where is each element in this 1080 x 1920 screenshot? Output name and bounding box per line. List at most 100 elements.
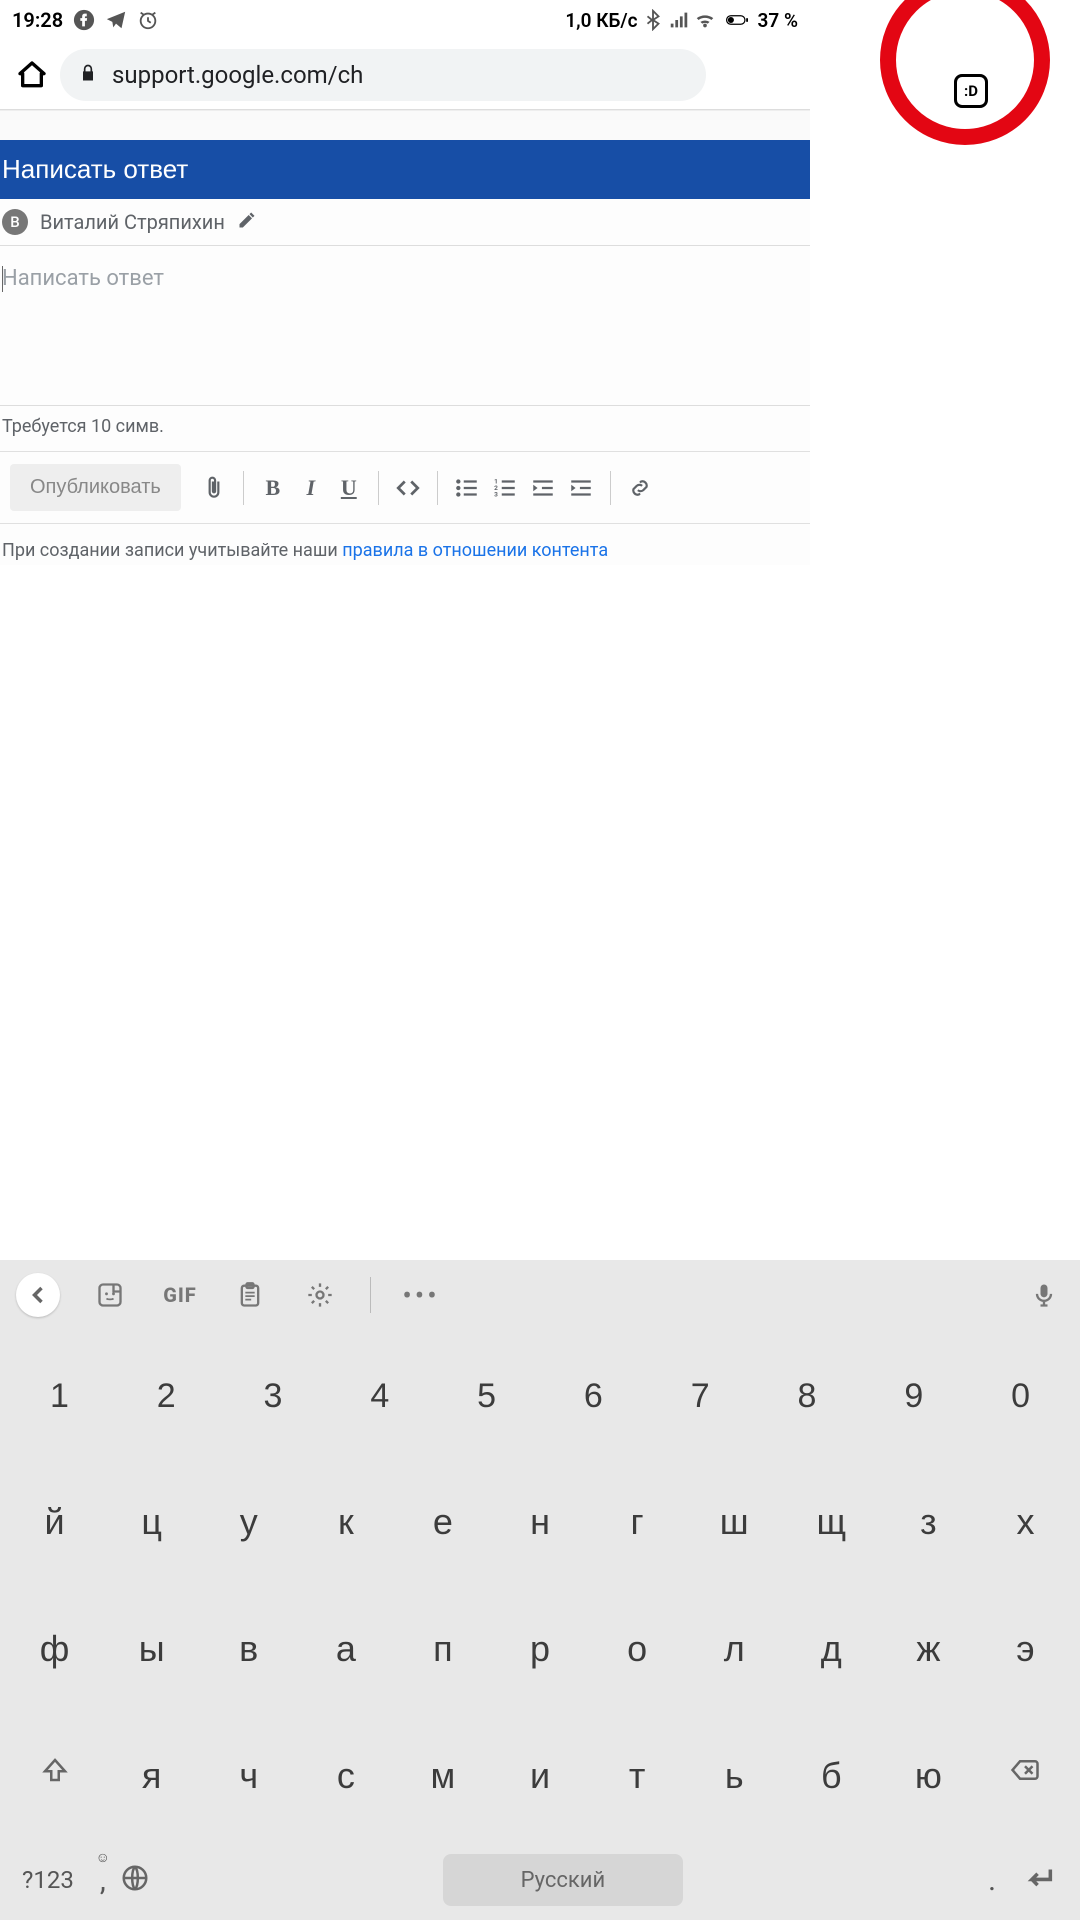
- period-key[interactable]: .: [976, 1863, 1008, 1898]
- attach-icon[interactable]: [199, 473, 229, 503]
- content-notice: При создании записи учитывайте наши прав…: [0, 524, 810, 565]
- backspace-key[interactable]: [977, 1743, 1074, 1809]
- clipboard-icon[interactable]: [230, 1275, 270, 1315]
- key-5[interactable]: 5: [433, 1365, 540, 1428]
- number-list-icon[interactable]: 123: [490, 473, 520, 503]
- key-7[interactable]: 7: [647, 1365, 754, 1428]
- key-р[interactable]: р: [491, 1616, 588, 1682]
- outdent-icon[interactable]: [528, 473, 558, 503]
- key-я[interactable]: я: [103, 1743, 200, 1809]
- bullet-list-icon[interactable]: [452, 473, 482, 503]
- alarm-icon: [137, 9, 159, 31]
- key-ж[interactable]: ж: [880, 1616, 977, 1682]
- more-icon[interactable]: •••: [401, 1275, 441, 1315]
- edit-icon[interactable]: [237, 210, 257, 235]
- key-8[interactable]: 8: [754, 1365, 861, 1428]
- underline-icon[interactable]: U: [334, 473, 364, 503]
- keyboard-keys: 1234567890 йцукенгшщзх фывапролджэ ячсми…: [0, 1330, 1080, 1840]
- char-hint: Требуется 10 симв.: [0, 406, 810, 452]
- key-б[interactable]: б: [783, 1743, 880, 1809]
- key-4[interactable]: 4: [326, 1365, 433, 1428]
- shift-key[interactable]: [6, 1743, 103, 1809]
- gif-button[interactable]: GIF: [160, 1275, 200, 1315]
- telegram-icon: [105, 9, 127, 31]
- key-2[interactable]: 2: [113, 1365, 220, 1428]
- key-э[interactable]: э: [977, 1616, 1074, 1682]
- enter-key[interactable]: [1008, 1861, 1070, 1899]
- code-icon[interactable]: [393, 473, 423, 503]
- key-о[interactable]: о: [589, 1616, 686, 1682]
- symbols-key[interactable]: ?123: [10, 1866, 86, 1894]
- globe-key[interactable]: [120, 1863, 150, 1897]
- reply-header: Написать ответ: [0, 140, 810, 199]
- keyboard-bottom-row: ?123 ☺ , Русский .: [0, 1840, 1080, 1920]
- keyboard-toolbar: GIF •••: [0, 1260, 1080, 1330]
- key-т[interactable]: т: [589, 1743, 686, 1809]
- key-и[interactable]: и: [491, 1743, 588, 1809]
- editor-toolbar: Опубликовать B I U 123: [0, 452, 810, 524]
- link-icon[interactable]: [625, 473, 655, 503]
- key-н[interactable]: н: [491, 1489, 588, 1555]
- browser-bar: support.google.com/ch: [0, 40, 810, 110]
- sticker-icon[interactable]: [90, 1275, 130, 1315]
- key-ю[interactable]: ю: [880, 1743, 977, 1809]
- signal-icon: [668, 9, 690, 31]
- reply-placeholder: Написать ответ: [2, 266, 164, 291]
- kb-back-icon[interactable]: [16, 1273, 60, 1317]
- key-х[interactable]: х: [977, 1489, 1074, 1555]
- italic-icon[interactable]: I: [296, 473, 326, 503]
- wifi-icon: [694, 9, 716, 31]
- indent-icon[interactable]: [566, 473, 596, 503]
- key-ш[interactable]: ш: [686, 1489, 783, 1555]
- key-в[interactable]: в: [200, 1616, 297, 1682]
- status-right: 1,0 КБ/с 37 %: [565, 9, 798, 32]
- key-е[interactable]: е: [394, 1489, 491, 1555]
- comma-key[interactable]: ☺ ,: [86, 1863, 120, 1898]
- svg-text:3: 3: [494, 490, 498, 498]
- home-button[interactable]: [14, 57, 50, 93]
- tabs-button[interactable]: :D: [954, 74, 988, 108]
- key-а[interactable]: а: [297, 1616, 394, 1682]
- settings-icon[interactable]: [300, 1275, 340, 1315]
- mic-icon[interactable]: [1024, 1275, 1064, 1315]
- key-1[interactable]: 1: [6, 1365, 113, 1428]
- key-й[interactable]: й: [6, 1489, 103, 1555]
- key-п[interactable]: п: [394, 1616, 491, 1682]
- avatar: В: [2, 209, 28, 235]
- key-г[interactable]: г: [589, 1489, 686, 1555]
- key-щ[interactable]: щ: [783, 1489, 880, 1555]
- battery-percent: 37 %: [758, 9, 798, 32]
- bold-icon[interactable]: B: [258, 473, 288, 503]
- key-к[interactable]: к: [297, 1489, 394, 1555]
- publish-button[interactable]: Опубликовать: [10, 464, 181, 511]
- key-9[interactable]: 9: [860, 1365, 967, 1428]
- key-ы[interactable]: ы: [103, 1616, 200, 1682]
- key-ь[interactable]: ь: [686, 1743, 783, 1809]
- key-м[interactable]: м: [394, 1743, 491, 1809]
- battery-icon: [720, 9, 754, 31]
- key-с[interactable]: с: [297, 1743, 394, 1809]
- key-д[interactable]: д: [783, 1616, 880, 1682]
- key-у[interactable]: у: [200, 1489, 297, 1555]
- policy-link[interactable]: правила в отношении контента: [342, 540, 608, 561]
- url-bar[interactable]: support.google.com/ch: [60, 49, 706, 101]
- key-0[interactable]: 0: [967, 1365, 1074, 1428]
- key-ф[interactable]: ф: [6, 1616, 103, 1682]
- emoji-hint-icon: ☺: [96, 1849, 110, 1866]
- status-bar: 19:28 1,0 КБ/с 37 %: [0, 0, 810, 40]
- key-3[interactable]: 3: [220, 1365, 327, 1428]
- lock-icon: [78, 61, 98, 89]
- key-ц[interactable]: ц: [103, 1489, 200, 1555]
- reply-textarea[interactable]: Написать ответ: [0, 246, 810, 406]
- key-6[interactable]: 6: [540, 1365, 647, 1428]
- keyboard: GIF ••• 1234567890 йцукенгшщзх фывапролд…: [0, 1260, 1080, 1920]
- key-з[interactable]: з: [880, 1489, 977, 1555]
- status-left: 19:28: [12, 8, 159, 32]
- space-key[interactable]: Русский: [443, 1854, 683, 1906]
- status-time: 19:28: [12, 8, 63, 32]
- key-ч[interactable]: ч: [200, 1743, 297, 1809]
- key-л[interactable]: л: [686, 1616, 783, 1682]
- url-text: support.google.com/ch: [112, 61, 363, 89]
- user-row: В Виталий Стряпихин: [0, 199, 810, 246]
- facebook-icon: [73, 9, 95, 31]
